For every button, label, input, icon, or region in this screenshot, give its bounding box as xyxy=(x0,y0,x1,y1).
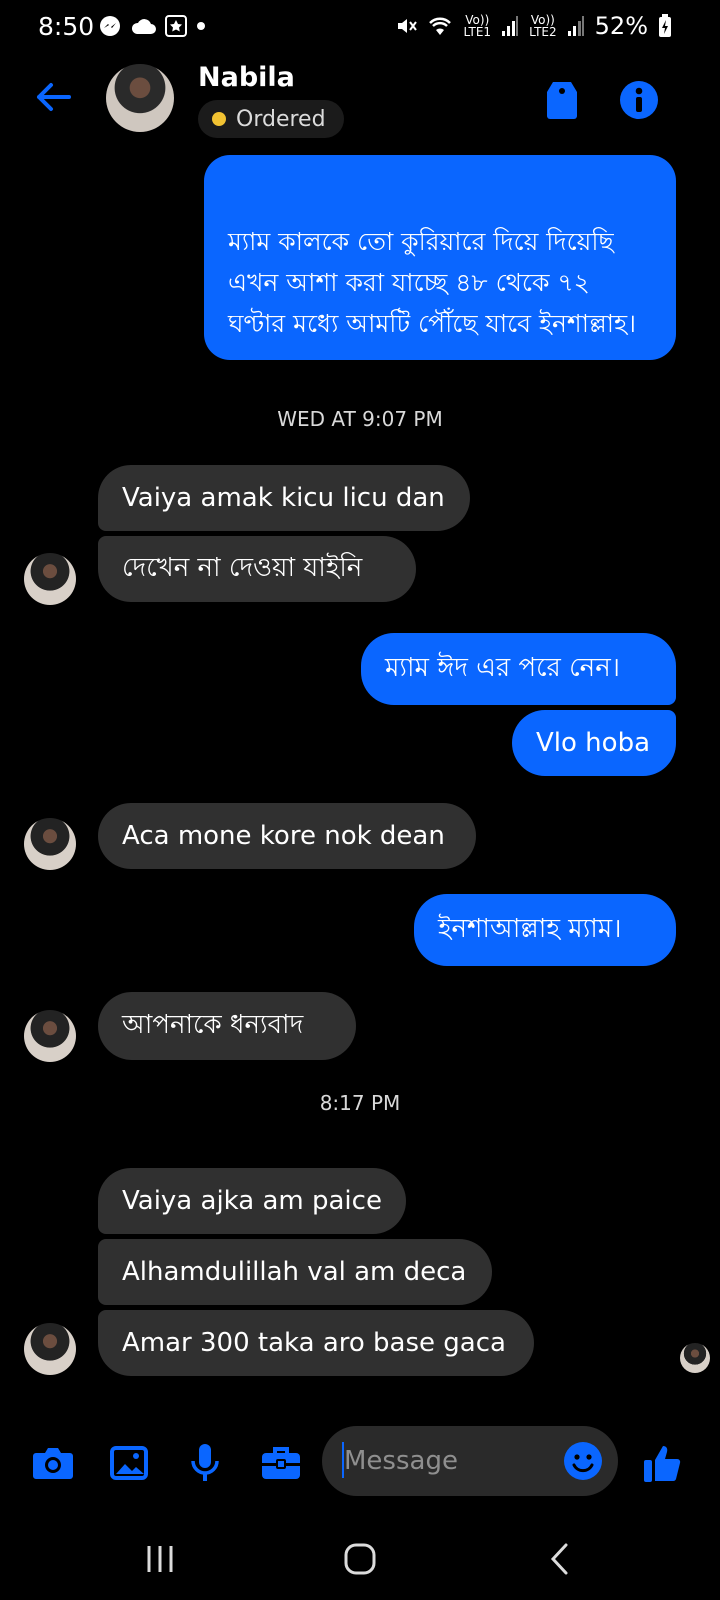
image-icon xyxy=(110,1446,148,1480)
back-button[interactable] xyxy=(28,72,78,122)
message-text: Vlo hoba xyxy=(536,728,651,758)
back-nav-button[interactable] xyxy=(530,1534,590,1584)
tag-icon xyxy=(547,82,577,119)
sender-avatar[interactable] xyxy=(24,553,76,605)
incoming-message[interactable]: Amar 300 taka aro base gaca xyxy=(98,1310,534,1376)
timestamp: WED AT 9:07 PM xyxy=(277,407,443,431)
outgoing-message[interactable]: Vlo hoba xyxy=(512,710,676,776)
status-notification-icons xyxy=(98,14,206,38)
message-text: দেখেন না দেওয়া যাইনি xyxy=(122,553,363,583)
incoming-message[interactable]: আপনাকে ধন্যবাদ xyxy=(98,992,356,1060)
recent-apps-icon xyxy=(147,1546,173,1572)
incoming-message[interactable]: Alhamdulillah val am deca xyxy=(98,1239,492,1305)
message-text: Vaiya ajka am paice xyxy=(122,1186,382,1216)
status-time: 8:50 xyxy=(38,12,95,41)
recent-apps-button[interactable] xyxy=(130,1534,190,1584)
briefcase-icon xyxy=(262,1447,300,1479)
outgoing-message[interactable]: ম্যাম কালকে তো কুরিয়ারে দিয়ে দিয়েছি এ… xyxy=(204,155,676,360)
volte2-block: Vo)) LTE2 xyxy=(529,14,557,38)
incoming-message[interactable]: Vaiya amak kicu licu dan xyxy=(98,465,470,531)
dot-icon xyxy=(197,22,205,30)
battery-percent: 52% xyxy=(594,12,648,40)
message-text: ম্যাম কালকে তো কুরিয়ারে দিয়ে দিয়েছি এ… xyxy=(228,227,637,338)
thumbs-up-icon xyxy=(644,1446,681,1482)
info-icon xyxy=(620,81,658,119)
mute-icon xyxy=(398,19,418,33)
business-tools-button[interactable] xyxy=(256,1438,306,1488)
chat-header: Nabila Ordered xyxy=(0,56,720,156)
message-input-container[interactable] xyxy=(322,1426,618,1496)
composer-bar xyxy=(0,1426,720,1498)
timestamp: 8:17 PM xyxy=(319,1091,401,1115)
back-arrow-icon xyxy=(37,83,71,111)
message-text: Alhamdulillah val am deca xyxy=(122,1257,467,1287)
cloud-icon xyxy=(131,19,156,34)
messenger-icon xyxy=(100,16,120,36)
system-nav-bar xyxy=(0,1524,720,1600)
message-text: Vaiya amak kicu licu dan xyxy=(122,483,445,513)
gallery-button[interactable] xyxy=(104,1438,154,1488)
battery-charging-icon xyxy=(659,14,671,37)
message-text: আপনাকে ধন্যবাদ xyxy=(122,1010,304,1040)
lte2-label: LTE2 xyxy=(529,25,557,39)
status-bar: 8:50 Vo)) LTE1 Vo)) LTE2 52% xyxy=(0,0,720,56)
message-input[interactable] xyxy=(342,1440,556,1482)
message-text: Amar 300 taka aro base gaca xyxy=(122,1328,506,1358)
outgoing-message[interactable]: ম্যাম ঈদ এর পরে নেন। xyxy=(361,633,676,705)
seen-receipt-avatar xyxy=(680,1343,710,1373)
like-button[interactable] xyxy=(638,1438,688,1488)
message-text: ম্যাম ঈদ এর পরে নেন। xyxy=(385,653,621,683)
incoming-message[interactable]: Vaiya ajka am paice xyxy=(98,1168,406,1234)
tag-button[interactable] xyxy=(538,76,586,124)
outgoing-message[interactable]: ইনশাআল্লাহ ম্যাম। xyxy=(414,894,676,966)
sender-avatar[interactable] xyxy=(24,818,76,870)
sender-avatar[interactable] xyxy=(24,1323,76,1375)
contact-name[interactable]: Nabila xyxy=(198,62,295,93)
message-thread[interactable]: ম্যাম কালকে তো কুরিয়ারে দিয়ে দিয়েছি এ… xyxy=(0,155,720,1395)
sender-avatar[interactable] xyxy=(24,1010,76,1062)
wifi-icon xyxy=(429,17,452,35)
status-system-icons: Vo)) LTE1 Vo)) LTE2 52% xyxy=(395,12,672,40)
incoming-message[interactable]: দেখেন না দেওয়া যাইনি xyxy=(98,536,416,602)
home-icon xyxy=(344,1543,376,1575)
microphone-icon xyxy=(191,1444,219,1481)
back-nav-icon xyxy=(550,1543,568,1575)
order-label-badge[interactable]: Ordered xyxy=(198,100,344,138)
home-button[interactable] xyxy=(330,1534,390,1584)
camera-icon xyxy=(33,1448,73,1479)
incoming-message[interactable]: Aca mone kore nok dean xyxy=(98,803,476,869)
camera-button[interactable] xyxy=(28,1438,78,1488)
message-text: ইনশাআল্লাহ ম্যাম। xyxy=(438,914,622,944)
contact-avatar[interactable] xyxy=(106,64,174,132)
emoji-button[interactable] xyxy=(562,1440,604,1482)
text-cursor xyxy=(342,1442,344,1478)
message-text: Aca mone kore nok dean xyxy=(122,821,445,851)
emoji-icon xyxy=(564,1442,602,1480)
signal1-icon xyxy=(502,16,519,36)
signal2-icon xyxy=(567,16,584,36)
voice-button[interactable] xyxy=(180,1438,230,1488)
volte1-block: Vo)) LTE1 xyxy=(463,14,491,38)
lte1-label: LTE1 xyxy=(463,25,492,39)
label-dot-icon xyxy=(212,112,226,126)
info-button[interactable] xyxy=(615,76,663,124)
gallery-badge-icon xyxy=(165,15,187,37)
order-label-text: Ordered xyxy=(236,106,326,132)
